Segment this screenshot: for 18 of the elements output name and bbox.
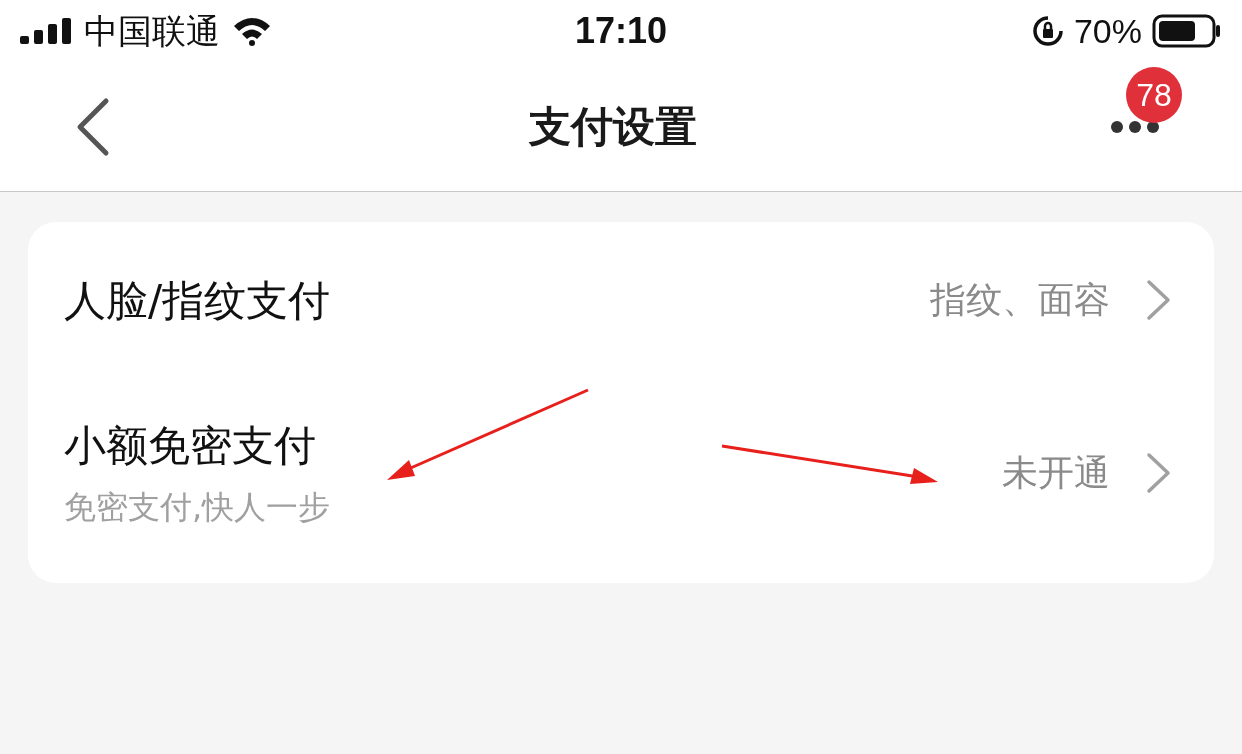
row-title: 人脸/指纹支付	[64, 274, 331, 327]
battery-percentage: 70%	[1073, 10, 1142, 52]
rotation-lock-icon	[1031, 15, 1064, 47]
signal-icon	[20, 18, 72, 44]
row-title: 小额免密支付	[64, 420, 317, 472]
chevron-right-icon	[1146, 451, 1172, 494]
page-title: 支付设置	[529, 102, 697, 152]
row-value: 指纹、面容	[930, 278, 1110, 322]
battery-icon	[1152, 14, 1222, 48]
wifi-icon	[232, 16, 272, 46]
carrier-name: 中国联通	[84, 9, 220, 53]
settings-row[interactable]: 人脸/指纹支付 指纹、面容	[28, 230, 1214, 370]
status-time: 17:10	[574, 9, 668, 53]
row-value: 未开通	[1002, 450, 1110, 495]
notification-badge: 78	[1126, 66, 1182, 123]
row-subtitle: 免密支付,快人一步	[64, 487, 331, 528]
settings-row[interactable]: 小额免密支付 免密支付,快人一步 未开通	[28, 370, 1214, 575]
chevron-right-icon	[1146, 279, 1172, 321]
